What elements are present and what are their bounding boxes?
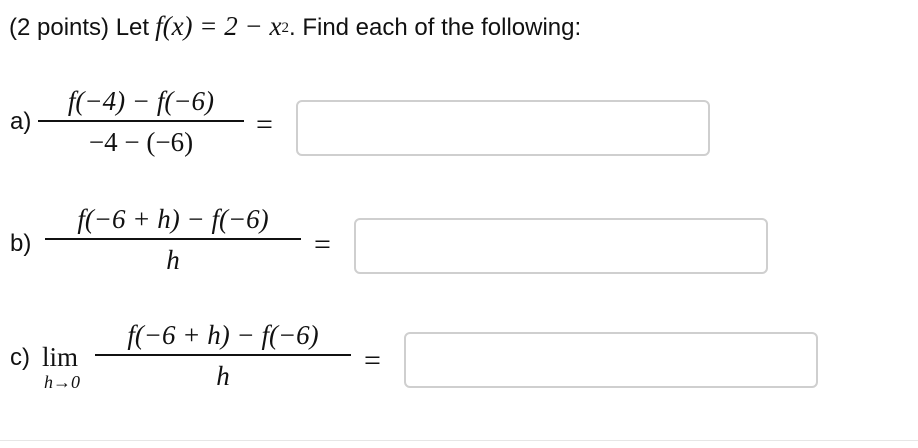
part-c-equals: =: [364, 344, 381, 377]
part-b-fraction: f(−6 + h) − f(−6) h: [45, 202, 301, 277]
part-c-denominator: h: [216, 361, 230, 391]
part-c-numerator: f(−6 + h) − f(−6): [127, 320, 319, 350]
function-expression: f(x) = 2 − x2: [155, 11, 289, 41]
part-a: a) f(−4) − f(−6) −4 − (−6) =: [0, 84, 918, 164]
part-a-label: a): [10, 108, 32, 135]
part-a-numerator: f(−4) − f(−6): [67, 86, 215, 116]
part-a-denominator: −4 − (−6): [88, 127, 194, 157]
function-exponent: 2: [281, 20, 289, 36]
part-c-fraction-bar: [95, 354, 351, 356]
part-c-label: c): [10, 344, 30, 371]
part-a-answer-input[interactable]: [296, 100, 710, 156]
part-c-fraction: f(−6 + h) − f(−6) h: [95, 318, 351, 393]
part-b-numerator: f(−6 + h) − f(−6): [77, 204, 269, 234]
part-c: c) lim h→0 f(−6 + h) − f(−6) h =: [0, 318, 918, 408]
part-b-label: b): [10, 230, 32, 257]
part-a-equals: =: [256, 108, 273, 141]
part-b-denominator: h: [166, 245, 180, 275]
part-b-answer-input[interactable]: [354, 218, 768, 274]
instruction-text: . Find each of the following:: [288, 14, 582, 41]
part-b-equals: =: [314, 228, 331, 261]
question-header: (2 points) Let f(x) = 2 − x2. Find each …: [9, 6, 581, 51]
function-expression-text: f(x) = 2 − x: [155, 11, 282, 41]
part-c-answer-input[interactable]: [404, 332, 818, 388]
part-a-fraction: f(−4) − f(−6) −4 − (−6): [38, 84, 244, 159]
part-a-fraction-bar: [38, 120, 244, 122]
points-text: (2 points) Let: [9, 14, 150, 41]
part-b-fraction-bar: [45, 238, 301, 240]
part-b: b) f(−6 + h) − f(−6) h =: [0, 202, 918, 282]
part-c-lim: lim: [42, 342, 79, 372]
footer-divider: [0, 440, 918, 441]
part-c-lim-subscript: h→0: [44, 372, 80, 392]
